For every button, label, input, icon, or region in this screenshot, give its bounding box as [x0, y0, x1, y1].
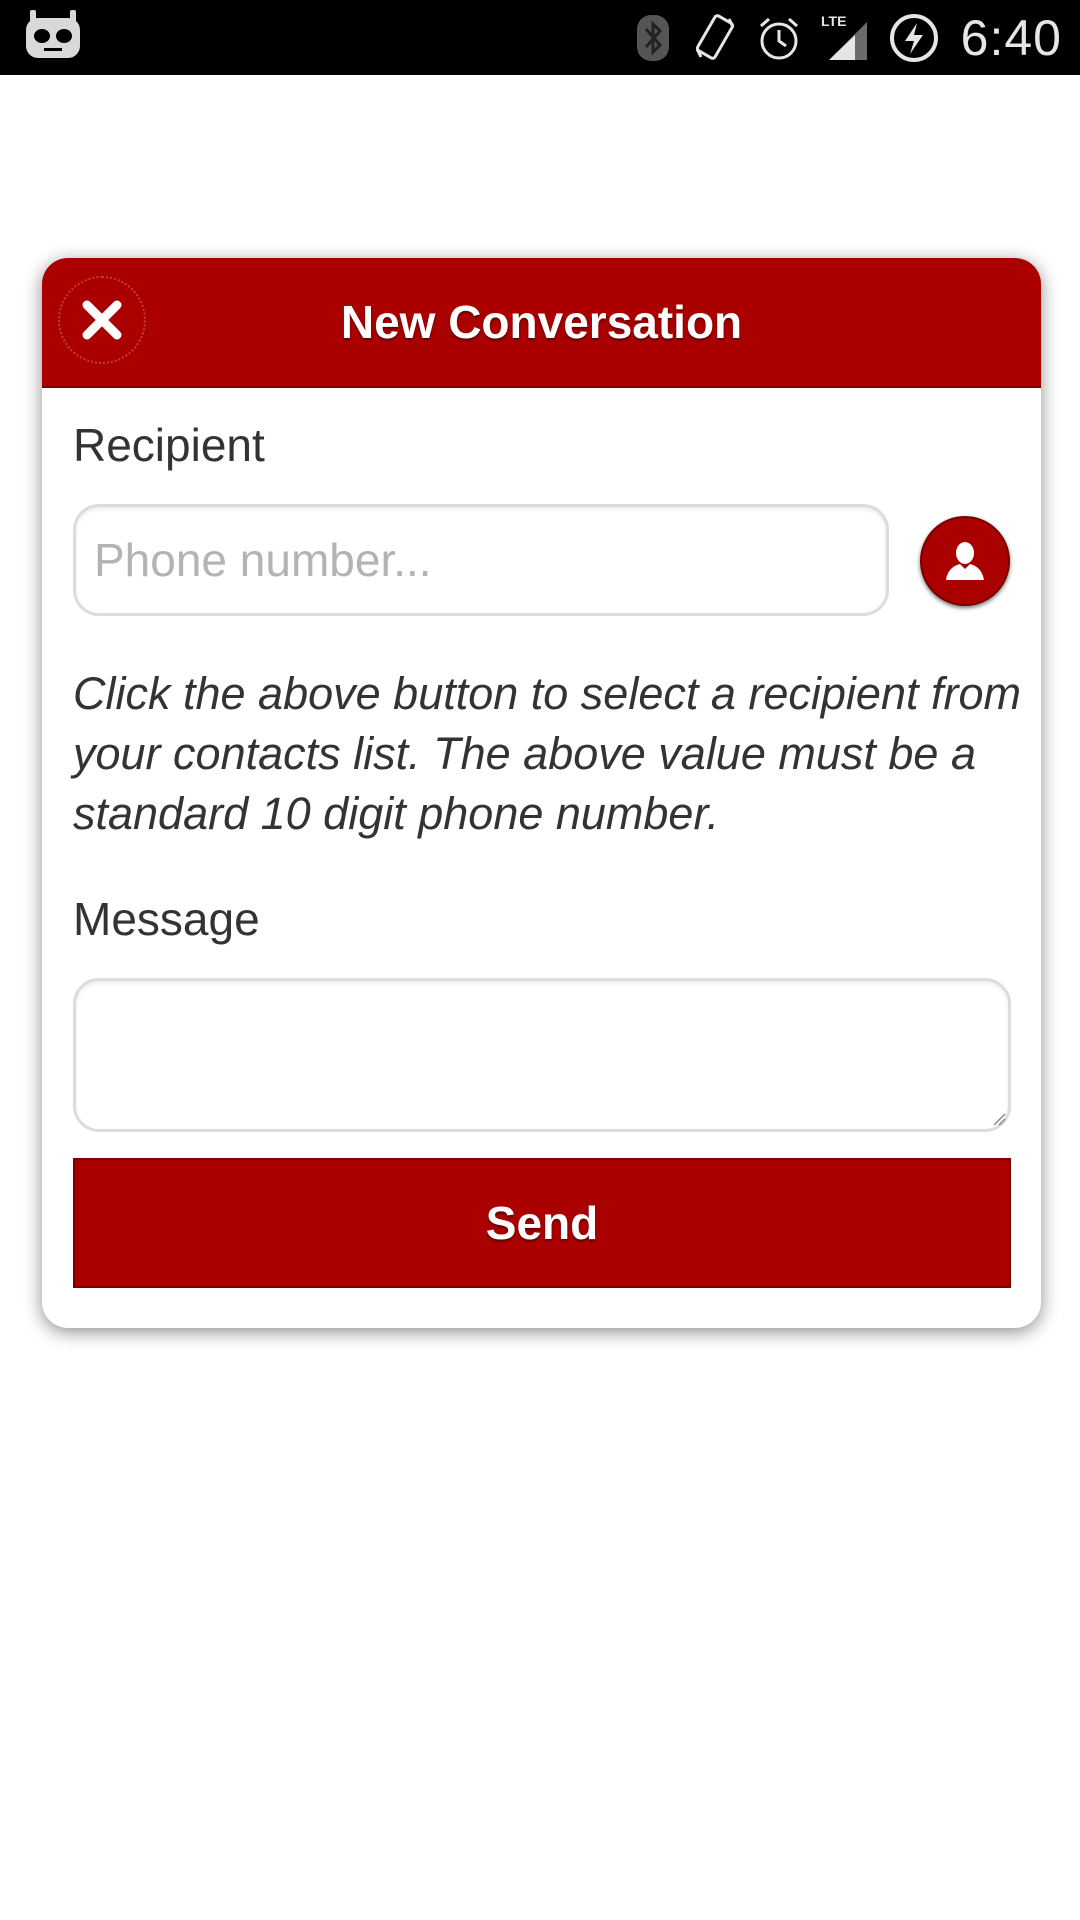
select-contact-button[interactable] [920, 516, 1010, 606]
message-label: Message [73, 893, 260, 945]
close-icon [82, 300, 122, 340]
status-bar: LTE 6:40 [0, 0, 1080, 75]
clock-time: 6:40 [960, 9, 1062, 66]
new-conversation-dialog: New Conversation Recipient Click the abo… [42, 258, 1041, 1328]
contact-person-icon [946, 542, 984, 580]
resize-grip-icon[interactable] [992, 1112, 1006, 1126]
bluetooth-icon [633, 13, 673, 63]
dialog-header: New Conversation [42, 258, 1041, 388]
phone-number-input[interactable] [73, 504, 889, 616]
status-icons: LTE 6:40 [633, 0, 1062, 75]
cyanogenmod-icon [24, 10, 82, 62]
lte-label: LTE [821, 13, 846, 29]
vibrate-icon [691, 13, 737, 63]
lte-signal-icon: LTE [821, 12, 871, 64]
recipient-help-text: Click the above button to select a recip… [73, 668, 1021, 839]
alarm-icon [755, 14, 803, 62]
dialog-title: New Conversation [340, 296, 743, 348]
send-button[interactable]: Send [73, 1158, 1011, 1288]
battery-charging-icon [889, 13, 939, 63]
recipient-label: Recipient [73, 419, 265, 471]
message-textarea[interactable] [73, 978, 1011, 1132]
close-button[interactable] [58, 276, 146, 364]
